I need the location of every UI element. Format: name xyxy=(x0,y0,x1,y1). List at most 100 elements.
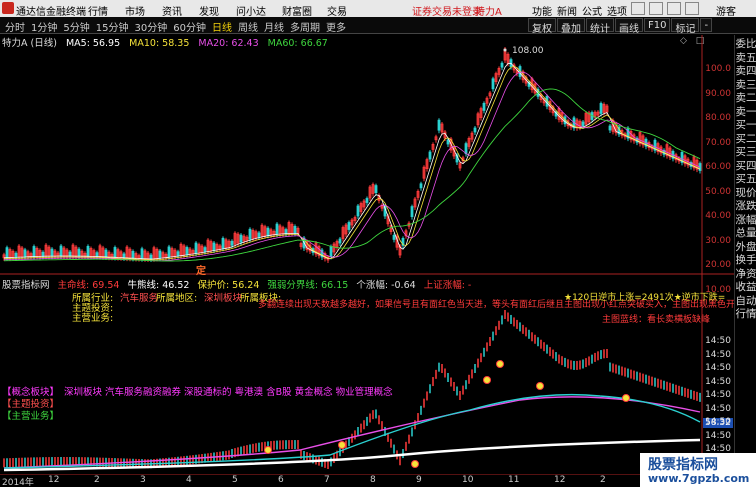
candle-body xyxy=(230,240,234,246)
sidebar-tab[interactable]: 卖五 xyxy=(735,52,756,65)
sidebar-tab[interactable]: 卖四 xyxy=(735,65,756,78)
candle-body xyxy=(338,238,342,244)
sidebar-tab[interactable]: 卖二 xyxy=(735,92,756,105)
date-label: 2 xyxy=(600,475,606,485)
industry-value: 汽车服务 xyxy=(120,293,159,304)
candle-body xyxy=(23,249,27,258)
ma10-line xyxy=(3,65,701,261)
candle-body xyxy=(392,234,396,240)
concept-value: 深圳板块 汽车服务融资融券 深股通标的 粤港澳 含B股 黄金概念 物业管理概念 xyxy=(64,387,393,398)
indicator-axis-label: 14:50 xyxy=(705,403,731,414)
date-label: 10 xyxy=(462,475,474,485)
sidebar-tab[interactable]: 总量 xyxy=(735,227,756,240)
sidebar-tab[interactable]: 换手 xyxy=(735,254,756,267)
date-label: 2014年 xyxy=(2,478,34,487)
trend-value: 上证涨幅: - xyxy=(423,280,472,291)
candle-body xyxy=(248,228,252,240)
candle-body xyxy=(86,245,90,257)
sidebar-tab[interactable]: 买一 xyxy=(735,119,756,132)
candle-body xyxy=(428,151,432,160)
candle-body xyxy=(194,242,198,254)
candle-body xyxy=(365,198,369,203)
candle-body xyxy=(500,62,504,68)
strong-weak-line xyxy=(3,393,701,469)
sidebar-tab[interactable]: 买三 xyxy=(735,146,756,159)
candle-body xyxy=(347,222,351,230)
sidebar-tab[interactable]: 涨幅 xyxy=(735,214,756,227)
candle-body xyxy=(266,227,270,236)
sidebar-tab[interactable]: 买二 xyxy=(735,133,756,146)
candle-body xyxy=(329,246,333,257)
candle-body xyxy=(482,103,486,111)
date-label: 8 xyxy=(370,475,376,485)
candle-body xyxy=(257,232,261,238)
sidebar-tab[interactable]: 外盘 xyxy=(735,241,756,254)
candle-body xyxy=(410,206,414,218)
candle-body xyxy=(284,229,288,234)
sidebar-tab[interactable]: 涨跌 xyxy=(735,200,756,213)
sidebar-tab[interactable]: 净资 xyxy=(735,268,756,281)
sidebar-tab[interactable]: 收益 xyxy=(735,281,756,294)
date-label: 4 xyxy=(186,475,192,485)
sidebar-tab[interactable]: 卖三 xyxy=(735,79,756,92)
date-label: 2 xyxy=(94,475,100,485)
indicator-axis: 14:50 14:50 14:50 14:50 14:50 14:50 14:50 14:50… xyxy=(703,0,733,487)
candle-body xyxy=(608,125,612,131)
price-chart[interactable] xyxy=(0,0,756,487)
rise-value: 个涨幅: -0.64 xyxy=(356,280,416,291)
sidebar-tab[interactable]: 现价 xyxy=(735,187,756,200)
stat-line-text: 主图蓝线：看长卖横板缺峰 xyxy=(602,315,711,325)
candle-body xyxy=(14,252,18,258)
candle-body xyxy=(77,248,81,257)
signal-marker xyxy=(622,394,630,402)
count-up-text: ★120日逆市上涨=2491次★逆市下跌= xyxy=(564,293,726,303)
candle-body xyxy=(203,247,207,252)
date-label: 6 xyxy=(278,475,284,485)
candle-body xyxy=(581,121,585,127)
candle-body xyxy=(158,250,162,259)
candle-body xyxy=(59,245,63,257)
candle-body xyxy=(473,127,477,133)
indicator-axis-label: 14:50 xyxy=(705,417,731,427)
signal-marker xyxy=(496,360,504,368)
signal-marker xyxy=(411,460,419,468)
sidebar-tab[interactable]: 买五 xyxy=(735,173,756,186)
ma20-line xyxy=(3,71,701,262)
protect-line xyxy=(3,396,701,469)
date-label: 3 xyxy=(140,475,146,485)
candle-body xyxy=(167,246,171,258)
low-marker: 定 xyxy=(196,266,206,277)
sidebar-tab[interactable]: 自动 xyxy=(735,295,756,308)
indicator-header: 股票指标网 主命线: 69.54 牛熊线: 46.52 保护价: 56.24 强… xyxy=(2,277,476,291)
sidebar-tab[interactable]: 买四 xyxy=(735,160,756,173)
sidebar-tab[interactable]: 委比 xyxy=(735,38,756,51)
candle-body xyxy=(446,139,450,145)
candle-body xyxy=(176,251,180,257)
sidebar-tab[interactable]: 卖一 xyxy=(735,106,756,119)
candle-body xyxy=(419,183,423,189)
candle-body xyxy=(437,119,441,131)
date-label: 12 xyxy=(554,475,566,485)
indicator-axis-label: 14:50 xyxy=(705,376,731,387)
date-label: 12 xyxy=(48,475,60,485)
signal-marker xyxy=(483,376,491,384)
indicator-axis-label: 14:50 xyxy=(705,390,731,400)
signal-marker xyxy=(338,441,346,449)
sidebar-tab[interactable]: 行情 xyxy=(735,308,756,321)
ma5-line xyxy=(3,62,701,260)
candle-body xyxy=(599,103,603,114)
candle-body xyxy=(185,247,189,255)
candle-body xyxy=(68,251,72,257)
candle-body xyxy=(491,78,495,90)
high-marker xyxy=(503,48,507,52)
high-label: 108.00 xyxy=(512,46,544,56)
candle-body xyxy=(374,185,378,194)
watermark-title: 股票指标网 xyxy=(648,457,718,473)
candle-body xyxy=(104,249,108,258)
indicator-name[interactable]: 股票指标网 xyxy=(2,280,50,291)
candle-body xyxy=(122,253,126,259)
candle-body xyxy=(221,237,225,249)
indicator-axis-label: 14:50 xyxy=(705,363,731,373)
candle-body xyxy=(293,226,297,234)
site-watermark: 股票指标网 www.7gpzb.com xyxy=(640,453,756,487)
